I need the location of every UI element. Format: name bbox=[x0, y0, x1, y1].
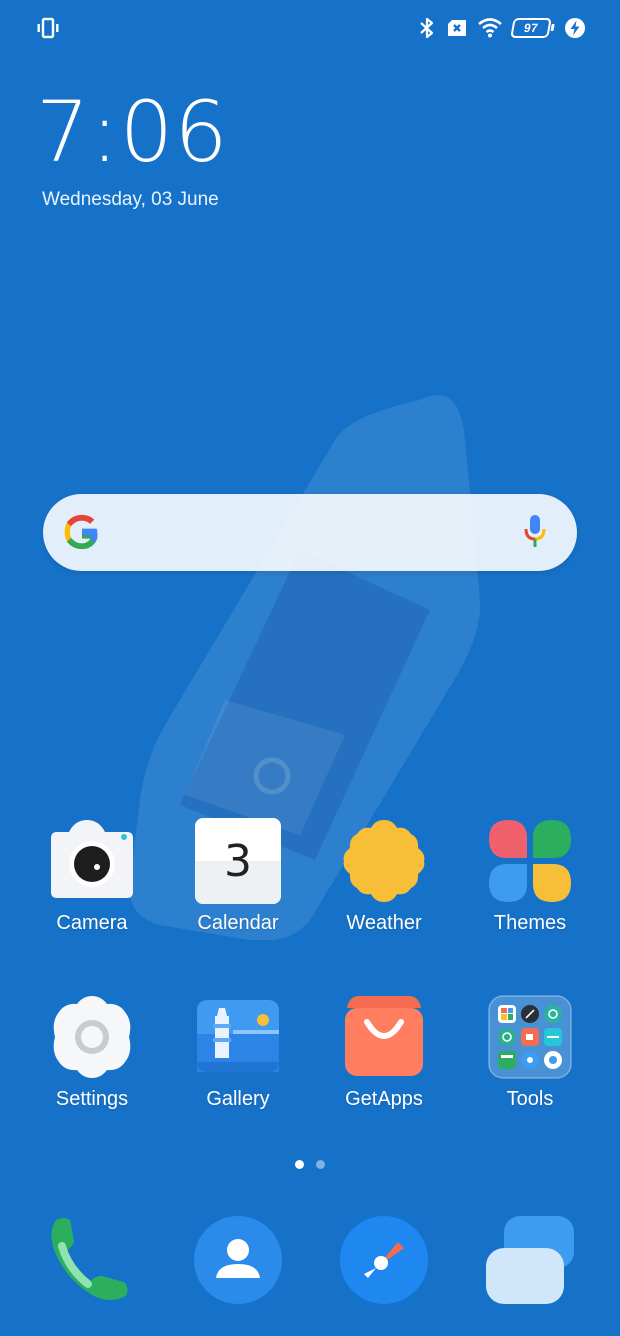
app-camera[interactable]: Camera bbox=[32, 818, 152, 935]
bluetooth-icon bbox=[418, 16, 436, 40]
app-label: Settings bbox=[55, 1088, 129, 1110]
page-dot-active[interactable] bbox=[295, 1160, 304, 1169]
gallery-icon bbox=[195, 994, 281, 1080]
dock-contacts[interactable] bbox=[190, 1212, 286, 1308]
page-dot[interactable] bbox=[316, 1160, 325, 1169]
wifi-icon bbox=[478, 18, 502, 38]
app-label: Weather bbox=[346, 912, 422, 934]
status-icons: 97 bbox=[418, 14, 586, 42]
google-icon bbox=[64, 514, 98, 550]
getapps-icon bbox=[341, 994, 427, 1080]
themes-icon bbox=[487, 818, 573, 904]
page-indicator bbox=[0, 1160, 620, 1169]
calendar-icon: 3 bbox=[195, 818, 281, 904]
app-tools-folder[interactable]: Tools bbox=[470, 994, 590, 1111]
app-label: Gallery bbox=[206, 1088, 270, 1110]
phone-icon bbox=[51, 1218, 128, 1300]
app-label: Themes bbox=[493, 912, 567, 934]
calendar-day: 3 bbox=[224, 835, 252, 887]
battery-icon: 97 bbox=[510, 18, 552, 38]
app-getapps[interactable]: GetApps bbox=[324, 994, 444, 1111]
dock-messages[interactable] bbox=[482, 1212, 578, 1308]
tools-folder-icon bbox=[487, 994, 573, 1080]
sim-error-icon bbox=[446, 18, 468, 38]
app-label: Tools bbox=[506, 1088, 554, 1110]
microphone-icon[interactable] bbox=[523, 513, 547, 549]
browser-icon bbox=[340, 1216, 428, 1304]
dock-browser[interactable] bbox=[336, 1212, 432, 1308]
clock-time[interactable]: 7:06 bbox=[36, 90, 229, 174]
app-themes[interactable]: Themes bbox=[470, 818, 590, 935]
app-label: GetApps bbox=[345, 1088, 423, 1110]
app-calendar[interactable]: 3 Calendar bbox=[178, 818, 298, 935]
app-gallery[interactable]: Gallery bbox=[178, 994, 298, 1111]
search-bar[interactable] bbox=[43, 494, 577, 571]
charging-icon bbox=[564, 17, 586, 39]
app-label: Calendar bbox=[197, 912, 279, 934]
app-settings[interactable]: Settings bbox=[32, 994, 152, 1111]
app-label: Camera bbox=[56, 912, 128, 934]
contacts-icon bbox=[194, 1216, 282, 1304]
camera-icon bbox=[49, 818, 135, 904]
vibrate-icon bbox=[36, 16, 60, 40]
app-weather[interactable]: Weather bbox=[324, 818, 444, 935]
clock-date[interactable]: Wednesday, 03 June bbox=[42, 189, 219, 211]
messages-icon bbox=[486, 1216, 574, 1304]
dock-phone[interactable] bbox=[40, 1212, 136, 1308]
battery-level: 97 bbox=[522, 21, 540, 35]
weather-icon bbox=[341, 818, 427, 904]
settings-icon bbox=[49, 994, 135, 1080]
